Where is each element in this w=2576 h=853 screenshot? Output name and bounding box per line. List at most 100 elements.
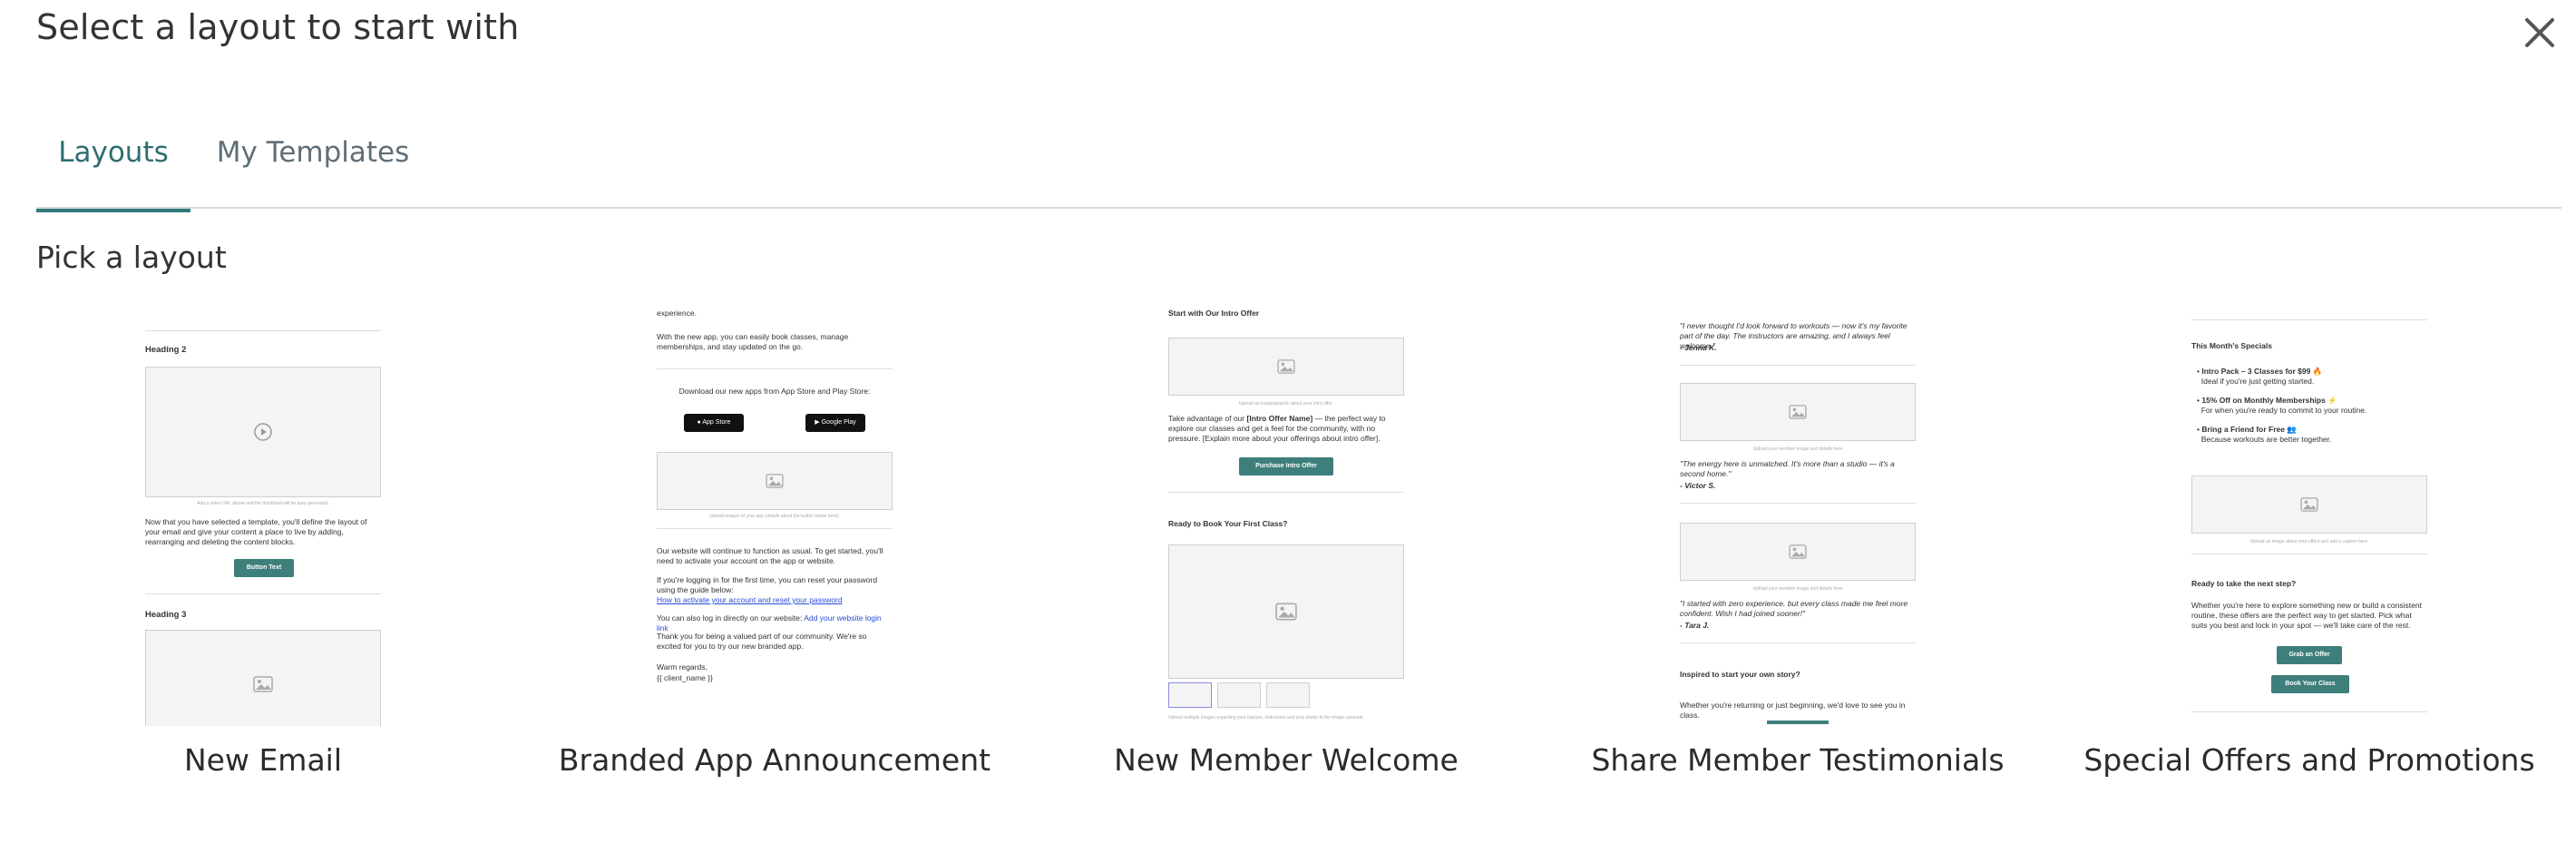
quote: "The energy here is unmatched. It's more… <box>1680 459 1895 478</box>
preview-caption: Upload your member image and details her… <box>1752 446 1843 452</box>
card-label: Special Offers and Promotions <box>2083 742 2535 778</box>
card-label: New Email <box>183 742 343 778</box>
dialog-title: Select a layout to start with <box>36 7 520 47</box>
layout-preview: experience. With the new app, you can ea… <box>639 309 911 726</box>
preview-caption: Upload multiple images regarding your cl… <box>1168 715 1364 721</box>
card-label: Share Member Testimonials <box>1591 742 2005 778</box>
layout-preview: Start with Our Intro Offer Upload an ima… <box>1150 309 1422 726</box>
preview-heading: Ready to take the next step? <box>2191 579 2297 588</box>
image-icon <box>253 676 273 692</box>
preview-button: Book Your Class <box>2271 675 2349 693</box>
image-placeholder <box>145 630 381 726</box>
divider <box>145 330 381 331</box>
preview-heading: This Month's Specials <box>2191 341 2272 350</box>
preview-heading: Inspired to start your own story? <box>1680 670 1800 679</box>
thumbnail <box>1217 682 1261 708</box>
tab-layouts-label: Layouts <box>58 136 169 169</box>
list-item: • Intro Pack – 3 Classes for $99 🔥 Ideal… <box>2197 367 2323 386</box>
list-item: • Bring a Friend for Free 👥 Because work… <box>2197 425 2332 444</box>
list-item-title: Bring a Friend for Free 👥 <box>2201 425 2297 434</box>
image-placeholder <box>1168 544 1404 679</box>
image-icon <box>1789 544 1807 559</box>
list-item-title: 15% Off on Monthly Memberships ⚡ <box>2201 396 2337 405</box>
google-play-label: Google Play <box>821 419 856 426</box>
list-item: • 15% Off on Monthly Memberships ⚡ For w… <box>2197 396 2367 415</box>
play-icon <box>254 423 272 441</box>
image-icon <box>1277 359 1295 374</box>
list-item-title: Intro Pack – 3 Classes for $99 🔥 <box>2201 367 2323 376</box>
preview-text: You can also log in directly on our webs… <box>657 613 893 633</box>
tab-bar: Layouts My Templates <box>36 118 2561 212</box>
list-item-desc: For when you're ready to commit to your … <box>2200 406 2367 415</box>
list-item-desc: Because workouts are better together. <box>2200 435 2332 444</box>
quote-author: - Victor S. <box>1680 481 1716 490</box>
preview-text: {{ client_name }} <box>657 673 713 682</box>
divider <box>657 528 893 529</box>
preview-caption: Upload your member image and details her… <box>1752 586 1843 592</box>
layout-card-special-offers[interactable]: This Month's Specials • Intro Pack – 3 C… <box>2083 309 2535 778</box>
tab-layouts[interactable]: Layouts <box>36 132 190 212</box>
close-icon[interactable] <box>2520 13 2560 53</box>
preview-caption: Upload an image about your offers and ad… <box>2249 539 2369 544</box>
card-label: Branded App Announcement <box>558 742 991 778</box>
google-play-badge: ▶ Google Play <box>805 414 865 432</box>
quote-author: - Jenna K. <box>1680 343 1717 352</box>
preview-text: Download our new apps from App Store and… <box>678 387 871 396</box>
accent-bar <box>1767 721 1829 724</box>
layout-card-new-email[interactable]: Heading 2 Add a video URL above and the … <box>127 309 399 778</box>
quote: "I started with zero experience, but eve… <box>1680 599 1908 618</box>
section-title: Pick a layout <box>36 240 227 275</box>
image-icon <box>2300 497 2318 512</box>
layout-card-testimonials[interactable]: "I never thought I'd look forward to wor… <box>1591 309 2005 778</box>
tab-my-templates[interactable]: My Templates <box>209 132 417 209</box>
offer-name: [Intro Offer Name] <box>1246 414 1313 423</box>
thumbnail <box>1266 682 1310 708</box>
layout-card-new-member-welcome[interactable]: Start with Our Intro Offer Upload an ima… <box>1114 309 1459 778</box>
tab-my-templates-label: My Templates <box>216 136 410 169</box>
login-prefix: You can also log in directly on our webs… <box>657 613 803 623</box>
preview-heading: Ready to Book Your First Class? <box>1168 519 1288 528</box>
app-store-badge: ● App Store <box>684 414 744 432</box>
layout-card-branded-app[interactable]: experience. With the new app, you can ea… <box>559 309 990 778</box>
app-store-label: App Store <box>702 419 731 426</box>
preview-text: Thank you for being a valued part of our… <box>657 632 867 651</box>
preview-button: Purchase Intro Offer <box>1239 457 1333 476</box>
preview-text: Whether you're here to explore something… <box>2191 601 2422 630</box>
divider <box>1680 642 1916 643</box>
preview-caption: Upload images of your app (details about… <box>709 514 840 519</box>
divider <box>657 368 893 369</box>
image-placeholder <box>1168 338 1404 396</box>
video-placeholder <box>145 367 381 497</box>
thumbnail <box>1168 682 1212 708</box>
preview-text: Our website will continue to function as… <box>657 546 883 565</box>
image-placeholder <box>1680 523 1916 581</box>
divider <box>145 593 381 594</box>
layout-preview: Heading 2 Add a video URL above and the … <box>127 309 399 726</box>
preview-text: Take advantage of our [Intro Offer Name]… <box>1168 414 1404 444</box>
image-placeholder <box>2191 476 2427 534</box>
play-icon: ▶ <box>815 419 822 426</box>
offer-prefix: Take advantage of our <box>1168 414 1245 423</box>
divider <box>1680 503 1916 504</box>
preview-body: Now that you have selected a template, y… <box>145 517 367 546</box>
quote-author: - Tara J. <box>1680 621 1710 630</box>
tab-divider <box>36 207 2561 209</box>
layout-preview: This Month's Specials • Intro Pack – 3 C… <box>2173 309 2445 726</box>
preview-button: Grab an Offer <box>2277 646 2342 664</box>
preview-text: If you're logging in for the first time,… <box>657 575 878 594</box>
image-placeholder <box>1680 383 1916 441</box>
preview-text: Warm regards, <box>657 662 707 672</box>
preview-text: With the new app, you can easily book cl… <box>657 332 849 351</box>
image-icon <box>1789 405 1807 419</box>
preview-text: Whether you're returning or just beginni… <box>1680 701 1906 720</box>
preview-heading: Heading 3 <box>145 610 187 620</box>
list-item-desc: Ideal if you're just getting started. <box>2200 377 2315 386</box>
preview-caption: Add a video URL above and the thumbnail … <box>197 501 329 506</box>
reset-link: How to activate your account and reset y… <box>657 595 843 604</box>
divider <box>2191 319 2427 320</box>
image-placeholder <box>657 452 893 510</box>
image-icon <box>1275 603 1297 621</box>
divider <box>1168 492 1404 493</box>
preview-caption: Upload an image/graphic about your intro… <box>1238 401 1334 407</box>
layout-preview: "I never thought I'd look forward to wor… <box>1662 309 1934 726</box>
